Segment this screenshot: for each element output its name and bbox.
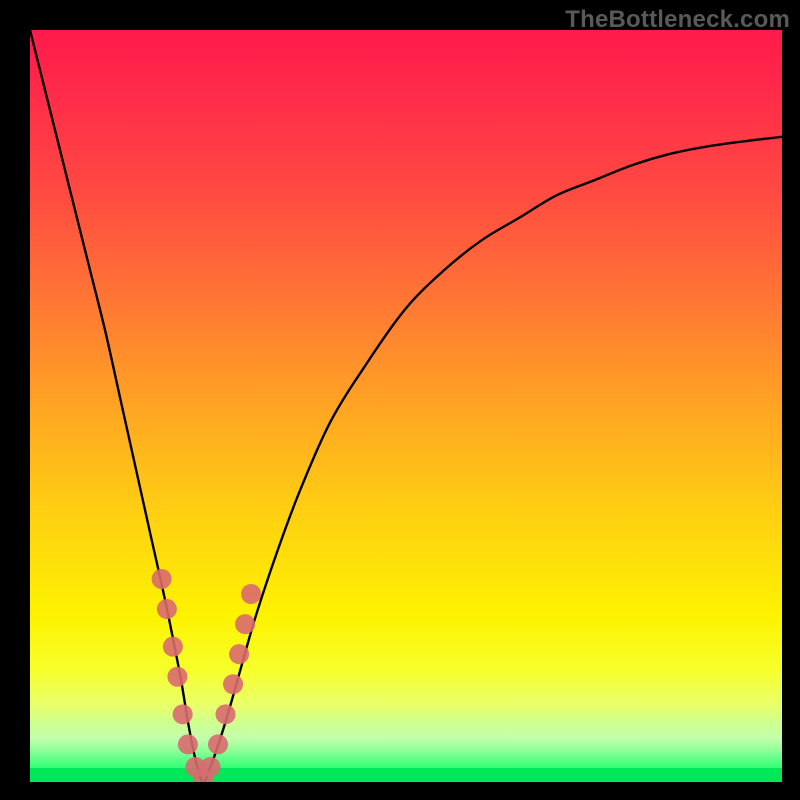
marker-dot <box>200 757 220 777</box>
marker-dot <box>173 704 193 724</box>
chart-frame: TheBottleneck.com <box>0 0 800 800</box>
marker-dot <box>167 667 187 687</box>
marker-dots-group <box>152 569 261 782</box>
curve-group <box>30 30 782 782</box>
marker-dot <box>241 584 261 604</box>
marker-dot <box>152 569 172 589</box>
marker-dot <box>178 734 198 754</box>
bottleneck-curve-path <box>30 30 782 782</box>
marker-dot <box>163 637 183 657</box>
bottleneck-curve-svg <box>30 30 782 782</box>
marker-dot <box>223 674 243 694</box>
marker-dot <box>208 734 228 754</box>
marker-dot <box>216 704 236 724</box>
plot-area <box>30 30 782 782</box>
marker-dot <box>157 599 177 619</box>
marker-dot <box>235 614 255 634</box>
marker-dot <box>229 644 249 664</box>
watermark-text: TheBottleneck.com <box>565 6 790 34</box>
